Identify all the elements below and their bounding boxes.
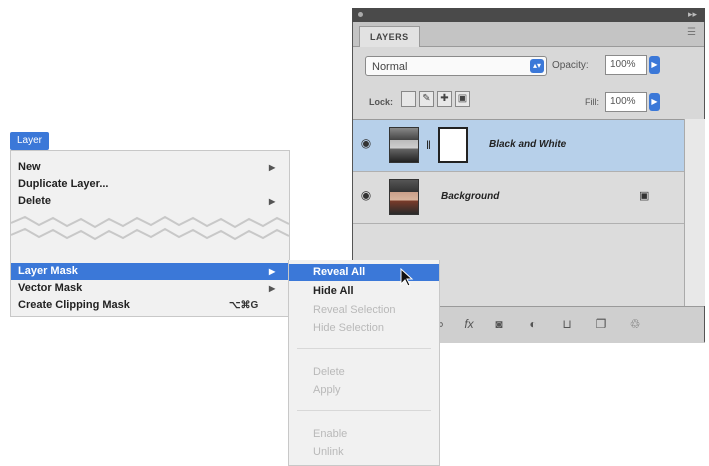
- layer-name: Background: [441, 191, 500, 202]
- layer-thumbnail: [389, 179, 419, 215]
- submenu-item-enable: Enable: [289, 426, 439, 443]
- layer-mask-submenu: Reveal All Hide All Reveal Selection Hid…: [288, 260, 440, 466]
- menu-item-delete[interactable]: Delete ▶: [11, 193, 289, 210]
- submenu-item-unlink: Unlink: [289, 444, 439, 461]
- menu-item-label: Create Clipping Mask: [18, 299, 130, 311]
- submenu-item-label: Reveal Selection: [313, 304, 396, 316]
- menu-item-label: Duplicate Layer...: [18, 178, 109, 190]
- close-icon[interactable]: [358, 12, 363, 17]
- submenu-item-label: Hide Selection: [313, 322, 384, 334]
- submenu-item-hide-selection: Hide Selection: [289, 320, 439, 337]
- submenu-item-label: Unlink: [313, 446, 344, 458]
- adjustment-icon[interactable]: ◐: [525, 317, 541, 331]
- submenu-arrow-icon: ▶: [269, 284, 276, 293]
- lock-image-pixels-icon[interactable]: ✎: [419, 91, 434, 107]
- submenu-item-apply: Apply: [289, 382, 439, 399]
- submenu-item-reveal-all[interactable]: Reveal All: [289, 264, 439, 287]
- fill-label: Fill:: [585, 97, 599, 107]
- menu-separator: [297, 348, 431, 349]
- menu-item-new[interactable]: New ▶: [11, 159, 289, 176]
- menu-item-vector-mask[interactable]: Vector Mask ▶: [11, 280, 289, 297]
- submenu-item-label: Reveal All: [313, 266, 366, 278]
- submenu-item-delete: Delete: [289, 364, 439, 381]
- collapse-icon[interactable]: ▸▸: [688, 9, 697, 20]
- opacity-label: Opacity:: [552, 60, 589, 71]
- lock-label: Lock:: [369, 97, 394, 107]
- menu-item-label: New: [18, 161, 41, 173]
- fill-dropdown-icon[interactable]: ▶: [649, 93, 660, 111]
- submenu-item-label: Apply: [313, 384, 341, 396]
- add-mask-icon[interactable]: ◙: [491, 317, 507, 331]
- lock-transparent-pixels-icon[interactable]: [401, 91, 416, 107]
- submenu-item-hide-all[interactable]: Hide All: [289, 283, 439, 300]
- menu-item-label: Delete: [18, 195, 52, 207]
- menu-item-label: Vector Mask: [18, 282, 83, 294]
- eye-icon[interactable]: ◉: [359, 188, 373, 202]
- menu-item-label: Layer Mask: [18, 265, 78, 277]
- menu-cutaway-divider: [11, 215, 289, 241]
- panel-title-bar[interactable]: ▸▸: [352, 8, 705, 22]
- opacity-dropdown-icon[interactable]: ▶: [649, 56, 660, 74]
- menu-separator: [297, 410, 431, 411]
- chevron-updown-icon: ▴▾: [530, 59, 544, 73]
- eye-icon[interactable]: ◉: [359, 136, 373, 150]
- submenu-arrow-icon: ▶: [269, 267, 276, 276]
- layer-row-background[interactable]: ◉ Background ▣: [353, 172, 684, 224]
- menu-title-layer[interactable]: Layer: [10, 132, 50, 150]
- fill-field[interactable]: 100%: [605, 92, 647, 112]
- lock-icon: ▣: [639, 190, 650, 202]
- submenu-item-reveal-selection: Reveal Selection: [289, 302, 439, 319]
- link-chain-icon[interactable]: ‖: [426, 138, 431, 152]
- group-folder-icon[interactable]: ⊔: [559, 317, 575, 331]
- tab-layers[interactable]: LAYERS: [359, 26, 420, 47]
- submenu-item-label: Hide All: [313, 285, 354, 297]
- submenu-arrow-icon: ▶: [269, 163, 276, 172]
- layer-thumbnail: [389, 127, 419, 163]
- submenu-item-label: Delete: [313, 366, 345, 378]
- blend-mode-value: Normal: [372, 61, 408, 73]
- menu-item-duplicate-layer[interactable]: Duplicate Layer...: [11, 176, 289, 193]
- submenu-arrow-icon: ▶: [269, 197, 276, 206]
- layer-name: Black and White: [489, 139, 567, 150]
- scrollbar[interactable]: [684, 119, 705, 306]
- tab-strip: LAYERS ☰: [353, 22, 704, 47]
- submenu-item-label: Enable: [313, 428, 348, 440]
- layer-menu: New ▶ Duplicate Layer... Delete ▶ Layer …: [10, 150, 290, 317]
- layer-mask-thumbnail[interactable]: [438, 127, 468, 163]
- trash-icon[interactable]: ♲: [627, 317, 643, 331]
- layer-row-black-and-white[interactable]: ◉ ‖ Black and White: [353, 120, 684, 172]
- panel-menu-icon[interactable]: ☰: [687, 27, 696, 38]
- opacity-field[interactable]: 100%: [605, 55, 647, 75]
- new-layer-icon[interactable]: ❐: [593, 317, 609, 331]
- menu-item-layer-mask[interactable]: Layer Mask ▶: [11, 263, 289, 280]
- fx-icon[interactable]: fx: [461, 317, 477, 331]
- shortcut-label: ⌥⌘G: [229, 300, 259, 311]
- blend-mode-select[interactable]: Normal ▴▾: [365, 56, 547, 76]
- lock-position-icon[interactable]: ✚: [437, 91, 452, 107]
- menu-item-create-clipping-mask[interactable]: Create Clipping Mask ⌥⌘G: [11, 297, 289, 314]
- lock-all-icon[interactable]: ▣: [455, 91, 470, 107]
